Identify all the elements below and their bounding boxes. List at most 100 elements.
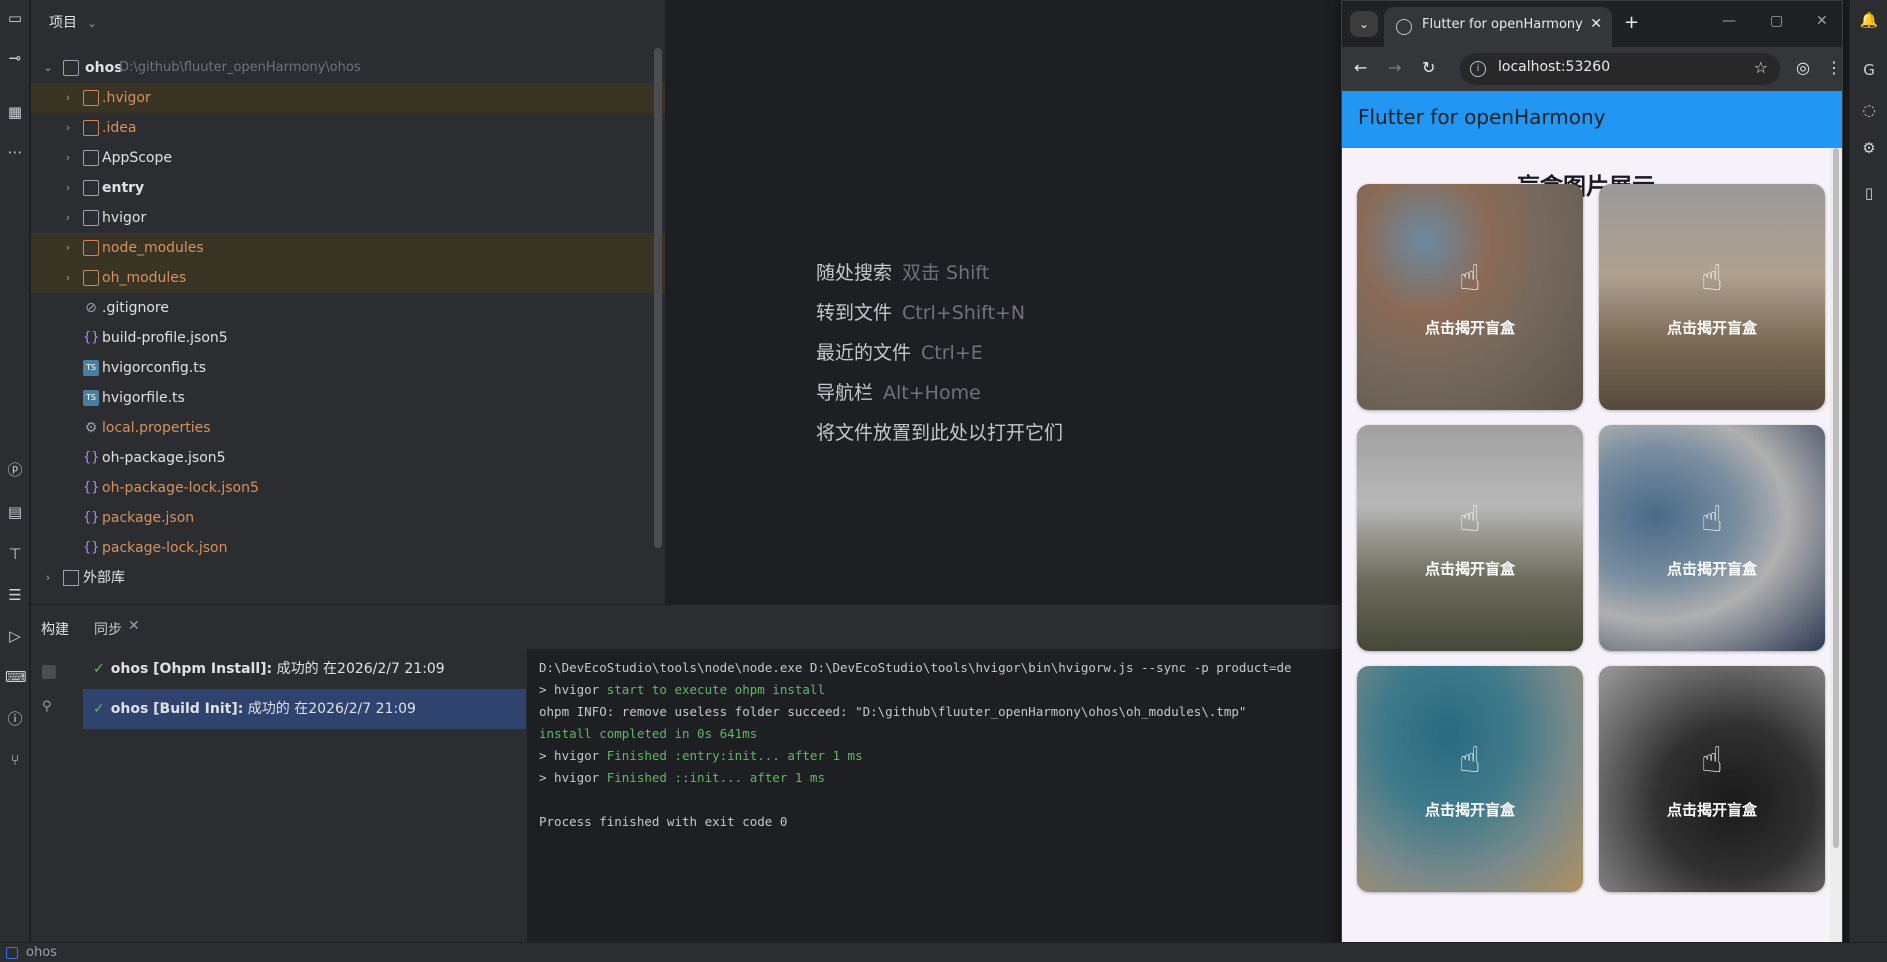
bookmark-star-icon[interactable]: ☆ xyxy=(1754,58,1768,77)
tree-root[interactable]: ⌄ ohos D:\github\fluuter_openHarmony\oho… xyxy=(31,53,665,83)
plugin-icon[interactable]: ⓟ xyxy=(5,460,25,480)
tree-item[interactable]: › .idea xyxy=(31,113,665,143)
notifications-icon[interactable]: 🔔 xyxy=(1859,10,1879,30)
device-manager-icon[interactable]: ▯ xyxy=(1859,183,1879,203)
chevron-right-icon[interactable]: › xyxy=(61,83,75,113)
console-line: Process finished with exit code 0 xyxy=(539,814,788,829)
tree-item[interactable]: ⚙ local.properties xyxy=(31,413,665,443)
tree-item[interactable]: {} package.json xyxy=(31,503,665,533)
tree-item-label: package.json xyxy=(102,510,195,526)
blind-box-card[interactable]: ☝ 点击揭开盲盒 xyxy=(1357,184,1583,410)
site-info-icon[interactable]: i xyxy=(1470,61,1486,77)
blind-box-card[interactable]: ☝ 点击揭开盲盒 xyxy=(1599,425,1825,651)
status-project[interactable]: ohos xyxy=(26,943,57,962)
tree-item[interactable]: ⊘ .gitignore xyxy=(31,293,665,323)
build-console[interactable]: D:\DevEcoStudio\tools\node\node.exe D:\D… xyxy=(527,649,1341,943)
pin-icon[interactable]: ⚲ xyxy=(42,699,52,714)
console-line: install completed in 0s 641ms xyxy=(539,726,758,741)
tree-item[interactable]: › .hvigor xyxy=(31,83,665,113)
external-libs[interactable]: › 外部库 xyxy=(31,563,665,593)
structure-icon[interactable]: ▦ xyxy=(5,102,25,122)
log-icon[interactable]: ☰ xyxy=(5,585,25,605)
chevron-right-icon[interactable]: › xyxy=(61,173,75,203)
layout-icon[interactable]: ▤ xyxy=(5,502,25,522)
commit-icon[interactable]: ⊸ xyxy=(5,48,25,68)
gradle-icon[interactable]: G xyxy=(1859,60,1879,80)
tree-item-label: .gitignore xyxy=(102,300,169,316)
tree-item[interactable]: {} oh-package-lock.json5 xyxy=(31,473,665,503)
tree-item[interactable]: {} oh-package.json5 xyxy=(31,443,665,473)
problems-icon[interactable]: ⓘ xyxy=(5,709,25,729)
stop-icon[interactable] xyxy=(42,665,56,679)
chevron-right-icon[interactable]: › xyxy=(61,113,75,143)
tree-item[interactable]: › entry xyxy=(31,173,665,203)
browser-window: ⌄ Flutter for openHarmony ✕ + — ▢ ✕ ← → … xyxy=(1341,0,1843,954)
menu-icon[interactable]: ⋮ xyxy=(1826,58,1842,77)
build-icon[interactable]: ⊤ xyxy=(5,544,25,564)
reload-button[interactable]: ↻ xyxy=(1422,58,1435,77)
build-task-row[interactable]: ✓ ohos [Ohpm Install]: 成功的 在2026/2/7 21:0… xyxy=(83,649,526,689)
browser-tab[interactable]: Flutter for openHarmony ✕ xyxy=(1384,7,1612,47)
new-tab-button[interactable]: + xyxy=(1624,12,1639,33)
chevron-right-icon[interactable]: › xyxy=(41,563,55,593)
json-file-icon: {} xyxy=(83,480,100,495)
tree-item[interactable]: TS hvigorconfig.ts xyxy=(31,353,665,383)
tab-search-button[interactable]: ⌄ xyxy=(1350,11,1378,37)
tree-item[interactable]: › node_modules xyxy=(31,233,665,263)
app-scrollbar-thumb[interactable] xyxy=(1833,148,1839,848)
project-scrollbar[interactable] xyxy=(654,48,662,548)
editor-welcome: 随处搜索 双击 Shift 转到文件 Ctrl+Shift+N 最近的文件 Ctrl+… xyxy=(666,0,1341,604)
project-tree: ⌄ ohos D:\github\fluuter_openHarmony\oho… xyxy=(31,53,665,593)
tree-item-label: oh-package-lock.json5 xyxy=(102,480,259,496)
chevron-right-icon[interactable]: › xyxy=(61,263,75,293)
tree-item[interactable]: › oh_modules xyxy=(31,263,665,293)
tab-sync[interactable]: 同步 xyxy=(94,619,122,639)
project-panel: 项目 ⌄ ⌄ ohos D:\github\fluuter_openHarmon… xyxy=(31,0,665,604)
chevron-down-icon: ⌄ xyxy=(87,17,97,30)
card-label: 点击揭开盲盒 xyxy=(1424,560,1515,578)
gear-icon: ⚙ xyxy=(84,420,98,436)
address-bar[interactable]: i localhost:53260 ☆ xyxy=(1460,53,1780,85)
back-button[interactable]: ← xyxy=(1354,58,1367,77)
chevron-right-icon[interactable]: › xyxy=(61,233,75,263)
devices-icon[interactable]: ⚙ xyxy=(1859,138,1879,158)
tree-item[interactable]: › AppScope xyxy=(31,143,665,173)
tree-item-label: .hvigor xyxy=(102,90,151,106)
tree-item[interactable]: TS hvigorfile.ts xyxy=(31,383,665,413)
forward-button[interactable]: → xyxy=(1388,58,1401,77)
tree-item[interactable]: {} package-lock.json xyxy=(31,533,665,563)
app-scrollbar[interactable] xyxy=(1830,148,1842,954)
tree-item-label: local.properties xyxy=(102,420,211,436)
profile-icon[interactable]: ◎ xyxy=(1796,58,1810,77)
chevron-right-icon[interactable]: › xyxy=(61,143,75,173)
library-icon xyxy=(63,570,79,586)
tree-item[interactable]: › hvigor xyxy=(31,203,665,233)
terminal-icon[interactable]: ⌨ xyxy=(5,667,27,687)
tab-build[interactable]: 构建 xyxy=(41,619,69,639)
run-icon[interactable]: ▷ xyxy=(5,626,25,646)
close-icon[interactable]: ✕ xyxy=(128,618,140,634)
blind-box-card[interactable]: ☝ 点击揭开盲盒 xyxy=(1599,666,1825,892)
minimize-button[interactable]: — xyxy=(1722,13,1736,29)
ai-assistant-icon[interactable]: ◌ xyxy=(1859,100,1879,120)
close-tab-icon[interactable]: ✕ xyxy=(1590,16,1602,32)
git-icon[interactable]: ⑂ xyxy=(5,750,25,770)
more-icon[interactable]: ⋯ xyxy=(5,142,25,162)
chevron-down-icon[interactable]: ⌄ xyxy=(41,53,55,83)
tree-item-label: package-lock.json xyxy=(102,540,228,556)
blind-box-card[interactable]: ☝ 点击揭开盲盒 xyxy=(1357,666,1583,892)
project-header[interactable]: 项目 ⌄ xyxy=(49,12,97,32)
build-task-row[interactable]: ✓ ohos [Build Init]: 成功的 在2026/2/7 21:09 xyxy=(83,689,526,729)
maximize-button[interactable]: ▢ xyxy=(1770,13,1783,29)
blind-box-card[interactable]: ☝ 点击揭开盲盒 xyxy=(1599,184,1825,410)
tree-item[interactable]: {} build-profile.json5 xyxy=(31,323,665,353)
folder-icon[interactable]: ▭ xyxy=(5,8,25,28)
app-bar-title: Flutter for openHarmony xyxy=(1358,105,1606,129)
blind-box-card[interactable]: ☝ 点击揭开盲盒 xyxy=(1357,425,1583,651)
tree-item-label: hvigorconfig.ts xyxy=(102,360,207,376)
tap-hand-icon: ☝ xyxy=(1701,499,1723,540)
tab-title: Flutter for openHarmony xyxy=(1422,17,1583,32)
close-window-button[interactable]: ✕ xyxy=(1816,13,1828,29)
chevron-right-icon[interactable]: › xyxy=(61,203,75,233)
